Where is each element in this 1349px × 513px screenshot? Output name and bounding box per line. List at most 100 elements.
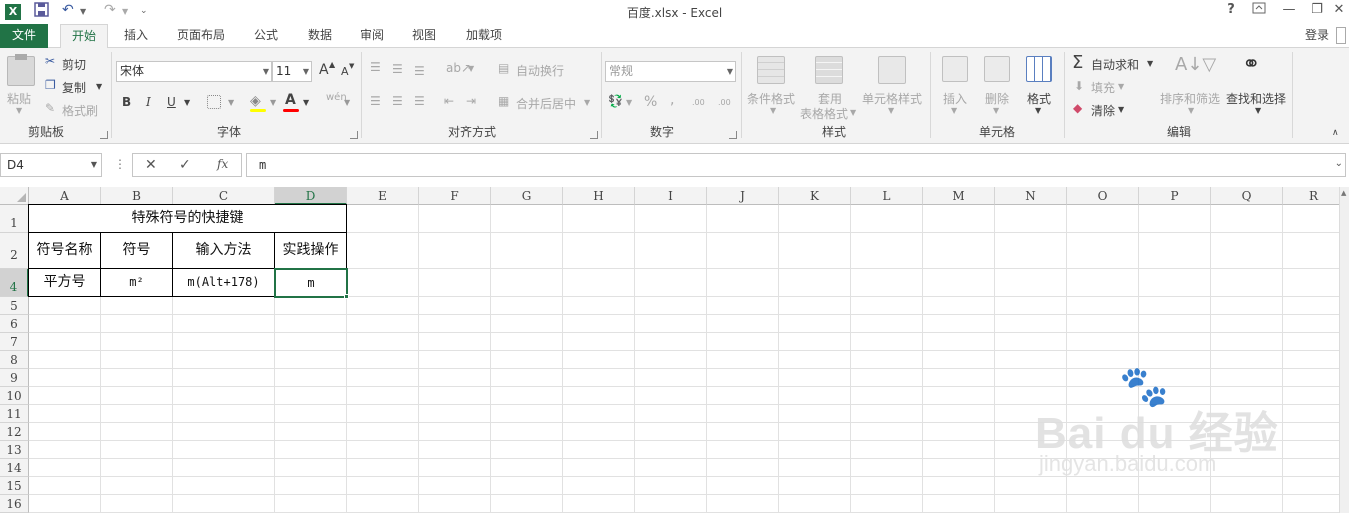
- column-header-f[interactable]: F: [419, 187, 491, 205]
- clear-button[interactable]: 清除: [1091, 102, 1115, 119]
- format-painter-button[interactable]: 格式刷: [62, 102, 98, 119]
- column-header-j[interactable]: J: [707, 187, 779, 205]
- column-header-l[interactable]: L: [851, 187, 923, 205]
- cell-b2[interactable]: 符号: [100, 232, 173, 269]
- fill-color-dropdown-icon[interactable]: ▼: [270, 98, 276, 107]
- column-header-d[interactable]: D: [275, 187, 347, 205]
- orientation-dropdown-icon[interactable]: ▼: [468, 64, 474, 73]
- tab-file[interactable]: 文件: [0, 24, 48, 48]
- cancel-icon[interactable]: ✕: [145, 157, 157, 173]
- formula-input[interactable]: m ⌄: [246, 153, 1346, 177]
- bold-button[interactable]: B: [122, 95, 131, 109]
- format-as-table-dropdown-icon[interactable]: ▼: [850, 108, 856, 117]
- row-header-13[interactable]: 13: [0, 441, 29, 459]
- account-scroll-icon[interactable]: [1336, 27, 1346, 44]
- align-middle-icon[interactable]: ☰: [392, 62, 403, 76]
- number-format-select[interactable]: 常规 ▼: [605, 61, 736, 82]
- insert-cells-icon[interactable]: [942, 56, 968, 82]
- format-as-table-button-line2[interactable]: 表格格式: [800, 105, 848, 122]
- row-header-16[interactable]: 16: [0, 495, 29, 513]
- row-header-9[interactable]: 9: [0, 369, 29, 387]
- cell-styles-dropdown-icon[interactable]: ▼: [888, 106, 894, 115]
- fill-dropdown-icon[interactable]: ▼: [1118, 82, 1124, 91]
- increase-decimal-button[interactable]: .00: [692, 98, 705, 107]
- comma-button[interactable]: ,: [670, 92, 674, 108]
- tab-review[interactable]: 审阅: [348, 24, 396, 48]
- align-left-icon[interactable]: ☰: [370, 94, 381, 108]
- insert-function-icon[interactable]: fx: [217, 157, 228, 171]
- sort-filter-dropdown-icon[interactable]: ▼: [1188, 106, 1194, 115]
- conditional-format-icon[interactable]: [757, 56, 785, 84]
- clipboard-dialog-launcher[interactable]: [100, 131, 108, 139]
- accounting-format-icon[interactable]: 💱: [608, 94, 623, 108]
- row-header-14[interactable]: 14: [0, 459, 29, 477]
- insert-dropdown-icon[interactable]: ▼: [951, 106, 957, 115]
- select-all-corner[interactable]: [0, 187, 29, 205]
- fill-button[interactable]: 填充: [1091, 79, 1115, 96]
- row-header-8[interactable]: 8: [0, 351, 29, 369]
- find-select-dropdown-icon[interactable]: ▼: [1255, 106, 1261, 115]
- font-dialog-launcher[interactable]: [350, 131, 358, 139]
- minimize-icon[interactable]: —: [1278, 2, 1300, 20]
- font-color-dropdown-icon[interactable]: ▼: [303, 98, 309, 107]
- column-header-q[interactable]: Q: [1211, 187, 1283, 205]
- conditional-format-button[interactable]: 条件格式: [747, 90, 795, 107]
- column-header-m[interactable]: M: [923, 187, 995, 205]
- column-header-n[interactable]: N: [995, 187, 1067, 205]
- number-dialog-launcher[interactable]: [729, 131, 737, 139]
- format-dropdown-icon[interactable]: ▼: [1035, 106, 1041, 115]
- underline-button[interactable]: U: [167, 95, 176, 109]
- column-header-r[interactable]: R: [1283, 187, 1345, 205]
- accounting-dropdown-icon[interactable]: ▼: [626, 98, 632, 107]
- row-header-2[interactable]: 2: [0, 233, 29, 269]
- name-box[interactable]: D4 ▼: [0, 153, 102, 177]
- ribbon-display-options-icon[interactable]: [1248, 2, 1270, 20]
- insert-cells-button[interactable]: 插入: [943, 90, 967, 107]
- increase-indent-icon[interactable]: ⇥: [466, 94, 476, 108]
- delete-dropdown-icon[interactable]: ▼: [993, 106, 999, 115]
- font-size-select[interactable]: 11 ▼: [272, 61, 312, 82]
- merge-dropdown-icon[interactable]: ▼: [584, 98, 590, 107]
- grow-font-button[interactable]: A: [319, 62, 329, 78]
- shrink-font-button[interactable]: A: [341, 65, 349, 78]
- percent-button[interactable]: %: [644, 94, 657, 110]
- paste-button[interactable]: 粘贴: [7, 90, 31, 107]
- cell-d2[interactable]: 实践操作: [274, 232, 347, 269]
- delete-cells-icon[interactable]: [984, 56, 1010, 82]
- column-header-i[interactable]: I: [635, 187, 707, 205]
- cell-b4[interactable]: m²: [100, 268, 173, 297]
- border-dropdown-icon[interactable]: ▼: [228, 98, 234, 107]
- restore-icon[interactable]: ❐: [1306, 2, 1328, 20]
- binoculars-icon[interactable]: ⚭: [1242, 52, 1260, 77]
- cell-c2[interactable]: 输入方法: [172, 232, 275, 269]
- copy-button[interactable]: 复制: [62, 79, 86, 96]
- format-cells-icon[interactable]: [1026, 56, 1052, 82]
- cell-a2[interactable]: 符号名称: [28, 232, 101, 269]
- align-top-icon[interactable]: ☰: [370, 60, 381, 74]
- clear-dropdown-icon[interactable]: ▼: [1118, 105, 1124, 114]
- expand-formula-icon[interactable]: ⌄: [1335, 158, 1343, 169]
- sign-in-link[interactable]: 登录: [1300, 24, 1334, 48]
- align-center-icon[interactable]: ☰: [392, 94, 403, 108]
- cut-button[interactable]: 剪切: [62, 56, 86, 73]
- paste-icon[interactable]: [7, 54, 35, 86]
- tab-insert[interactable]: 插入: [112, 24, 160, 48]
- sort-filter-icon[interactable]: A↓▽: [1175, 54, 1216, 75]
- row-header-1[interactable]: 1: [0, 205, 29, 233]
- column-header-e[interactable]: E: [347, 187, 419, 205]
- conditional-dropdown-icon[interactable]: ▼: [770, 106, 776, 115]
- column-header-h[interactable]: H: [563, 187, 635, 205]
- column-header-a[interactable]: A: [29, 187, 101, 205]
- tab-data[interactable]: 数据: [296, 24, 344, 48]
- close-icon[interactable]: ✕: [1328, 2, 1349, 20]
- alignment-dialog-launcher[interactable]: [590, 131, 598, 139]
- format-cells-button[interactable]: 格式: [1027, 90, 1051, 107]
- cell-c4[interactable]: m(Alt+178): [172, 268, 275, 297]
- phonetic-dropdown-icon[interactable]: ▼: [344, 98, 350, 107]
- tab-home[interactable]: 开始: [60, 24, 108, 49]
- help-button[interactable]: ?: [1220, 2, 1242, 20]
- font-name-select[interactable]: 宋体 ▼: [116, 61, 272, 82]
- vertical-scrollbar[interactable]: ▲: [1339, 187, 1349, 513]
- decrease-decimal-button[interactable]: .00: [718, 98, 731, 107]
- tab-formulas[interactable]: 公式: [242, 24, 290, 48]
